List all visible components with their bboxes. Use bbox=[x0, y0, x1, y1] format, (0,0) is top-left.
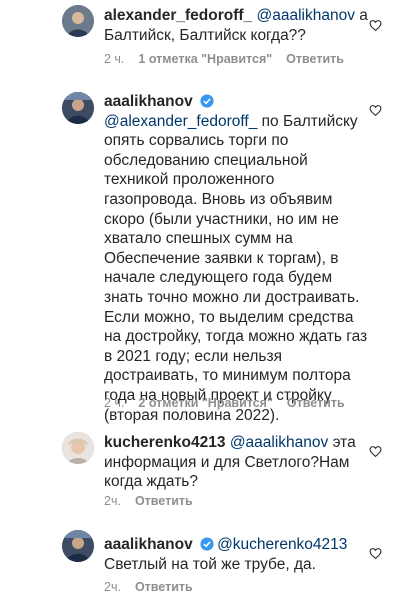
likes-count-button[interactable]: 1 отметка "Нравится" bbox=[138, 52, 272, 66]
comment-text: alexander_fedoroff_ @aaalikhanov а Балти… bbox=[104, 6, 370, 45]
reply-button[interactable]: Ответить bbox=[135, 580, 193, 594]
comment-text: aaalikhanov @alexander_fedoroff_ по Балт… bbox=[104, 92, 370, 425]
likes-count-button[interactable]: 2 отметки "Нравится" bbox=[138, 396, 272, 410]
comment-username[interactable]: aaalikhanov bbox=[104, 93, 193, 110]
avatar[interactable] bbox=[62, 530, 94, 562]
comment-text: kucherenko4213 @aaalikhanov эта информац… bbox=[104, 433, 370, 492]
avatar[interactable] bbox=[62, 432, 94, 464]
avatar[interactable] bbox=[62, 92, 94, 124]
comment-text: aaalikhanov @kucherenko4213 Светлый на то… bbox=[104, 535, 370, 574]
comment-time: 2 ч. bbox=[104, 396, 125, 410]
comment-body: Светлый на той же трубе, да. bbox=[104, 555, 316, 573]
reply-button[interactable]: Ответить bbox=[135, 494, 193, 508]
comment-time: 2ч. bbox=[104, 494, 121, 508]
heart-outline-icon[interactable] bbox=[369, 104, 382, 117]
comment-mention[interactable]: @alexander_fedoroff_ bbox=[104, 113, 257, 130]
verified-badge-icon bbox=[200, 537, 214, 551]
comment-username[interactable]: kucherenko4213 bbox=[104, 434, 226, 451]
verified-badge-icon bbox=[200, 94, 214, 108]
avatar[interactable] bbox=[62, 5, 94, 37]
comment-meta: 2ч. Ответить bbox=[104, 580, 193, 594]
comment-username[interactable]: alexander_fedoroff_ bbox=[104, 7, 252, 24]
reply-button[interactable]: Ответить bbox=[286, 52, 344, 66]
comment-time: 2ч. bbox=[104, 580, 121, 594]
heart-outline-icon[interactable] bbox=[369, 19, 382, 32]
comment-meta: 2 ч. 1 отметка "Нравится" Ответить bbox=[104, 52, 344, 66]
comment-time: 2 ч. bbox=[104, 52, 125, 66]
comment-username[interactable]: aaalikhanov bbox=[104, 536, 193, 553]
heart-outline-icon[interactable] bbox=[369, 445, 382, 458]
reply-button[interactable]: Ответить bbox=[287, 396, 345, 410]
comment-mention[interactable]: @aaalikhanov bbox=[256, 7, 354, 24]
comment-mention[interactable]: @kucherenko4213 bbox=[217, 536, 347, 553]
comment-body: по Балтийску опять сорвались торги по об… bbox=[104, 112, 368, 424]
comment-mention[interactable]: @aaalikhanov bbox=[230, 434, 328, 451]
comment-meta: 2 ч. 2 отметки "Нравится" Ответить bbox=[104, 396, 345, 410]
heart-outline-icon[interactable] bbox=[369, 547, 382, 560]
comment-meta: 2ч. Ответить bbox=[104, 494, 193, 508]
